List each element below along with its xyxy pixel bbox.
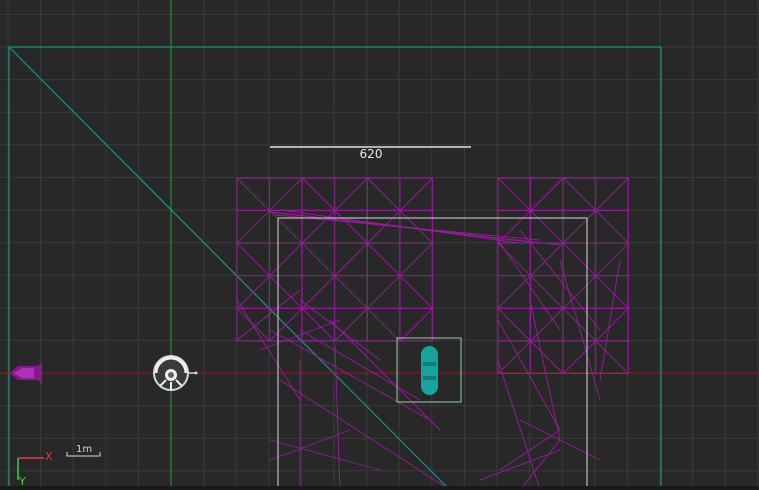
map-viewport[interactable]: 620 1m X Y bbox=[0, 0, 759, 490]
navigation-mesh bbox=[236, 177, 629, 490]
grid-lines bbox=[0, 0, 759, 490]
scale-bar-label: 1m bbox=[76, 444, 93, 455]
axis-x-label: X bbox=[45, 450, 53, 463]
camera-sensor-icon[interactable] bbox=[153, 355, 198, 391]
map-canvas[interactable] bbox=[0, 0, 759, 490]
goal-arrow-icon[interactable] bbox=[10, 362, 42, 384]
boundary-diagonal bbox=[8, 46, 451, 490]
dimension-label: 620 bbox=[359, 147, 383, 161]
robot-marker-icon[interactable] bbox=[421, 346, 438, 395]
status-bar bbox=[0, 486, 759, 490]
